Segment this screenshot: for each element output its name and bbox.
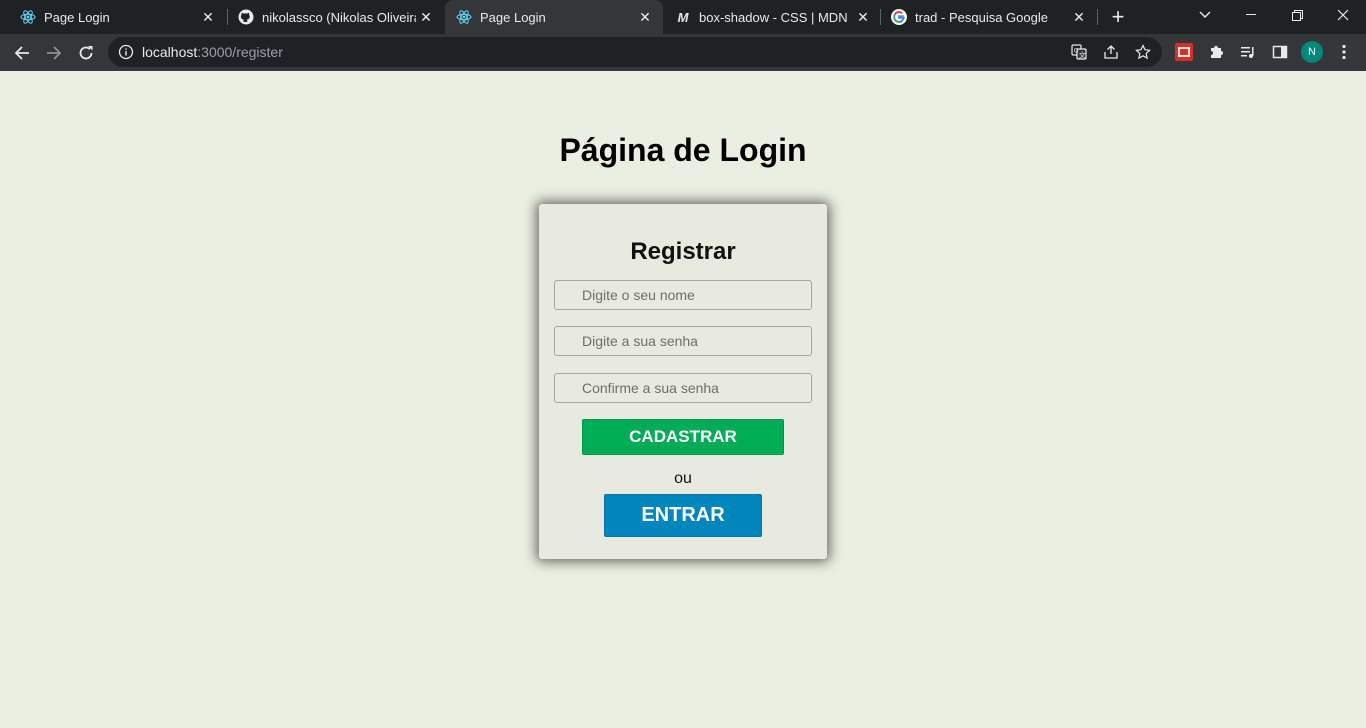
register-card: Registrar CADASTRAR ou ENTRAR	[539, 204, 827, 559]
react-icon	[456, 9, 472, 25]
url-path: :3000/register	[197, 44, 283, 60]
site-info-icon[interactable]	[118, 44, 134, 60]
menu-kebab-icon[interactable]	[1334, 42, 1354, 62]
url-host: localhost	[142, 44, 198, 60]
tab-strip: Page Login ✕ nikolassco (Nikolas Oliveir…	[0, 0, 1366, 34]
forward-icon[interactable]	[40, 39, 68, 67]
svg-text:G: G	[1074, 48, 1079, 55]
github-icon	[238, 9, 254, 25]
page-title: Página de Login	[559, 132, 807, 168]
reload-icon[interactable]	[72, 39, 100, 67]
new-tab-icon[interactable]: +	[1106, 4, 1130, 29]
close-tab-icon[interactable]: ✕	[416, 7, 436, 27]
react-icon	[20, 9, 36, 25]
address-bar[interactable]: localhost:3000/register 文G	[108, 37, 1162, 67]
profile-avatar[interactable]: N	[1301, 41, 1323, 63]
url-text: localhost:3000/register	[142, 44, 283, 60]
tab-page-login-active[interactable]: Page Login ✕	[445, 0, 663, 34]
media-queue-icon[interactable]	[1238, 42, 1258, 62]
browser-toolbar: localhost:3000/register 文G N	[0, 34, 1366, 71]
close-tab-icon[interactable]: ✕	[853, 7, 873, 27]
tab-divider	[1097, 9, 1098, 25]
close-tab-icon[interactable]: ✕	[1069, 7, 1089, 27]
login-button[interactable]: ENTRAR	[604, 494, 762, 537]
tab-title: Page Login	[480, 9, 546, 25]
bookmark-star-icon[interactable]	[1133, 42, 1153, 62]
translate-icon[interactable]: 文G	[1069, 42, 1089, 62]
tab-mdn[interactable]: M box-shadow - CSS | MDN ✕	[655, 0, 881, 34]
name-input[interactable]	[554, 280, 812, 310]
minimize-icon[interactable]	[1228, 0, 1274, 30]
tab-github[interactable]: nikolassco (Nikolas Oliveira) ✕	[218, 0, 444, 34]
tab-search-chevron-icon[interactable]	[1182, 0, 1228, 30]
tab-title: box-shadow - CSS | MDN	[699, 9, 848, 25]
restore-icon[interactable]	[1274, 0, 1320, 30]
google-icon	[891, 9, 907, 25]
or-separator: ou	[674, 470, 692, 487]
extension-red-icon[interactable]	[1174, 42, 1194, 62]
confirm-password-input[interactable]	[554, 373, 812, 403]
register-title: Registrar	[630, 238, 736, 265]
close-tab-icon[interactable]: ✕	[635, 7, 655, 27]
tab-title: nikolassco (Nikolas Oliveira)	[262, 9, 416, 25]
back-icon[interactable]	[8, 39, 36, 67]
tab-page-login-1[interactable]: Page Login ✕	[0, 0, 226, 34]
password-input[interactable]	[554, 326, 812, 356]
close-tab-icon[interactable]: ✕	[198, 7, 218, 27]
tab-title: trad - Pesquisa Google	[915, 9, 1048, 25]
svg-text:文: 文	[1079, 51, 1086, 60]
tab-title: Page Login	[44, 9, 110, 25]
register-button[interactable]: CADASTRAR	[582, 419, 784, 455]
share-icon[interactable]	[1101, 42, 1121, 62]
extensions-puzzle-icon[interactable]	[1206, 42, 1226, 62]
tab-google[interactable]: trad - Pesquisa Google ✕	[871, 0, 1097, 34]
close-window-icon[interactable]	[1320, 0, 1366, 30]
side-panel-icon[interactable]	[1270, 42, 1290, 62]
mdn-icon: M	[677, 9, 689, 25]
